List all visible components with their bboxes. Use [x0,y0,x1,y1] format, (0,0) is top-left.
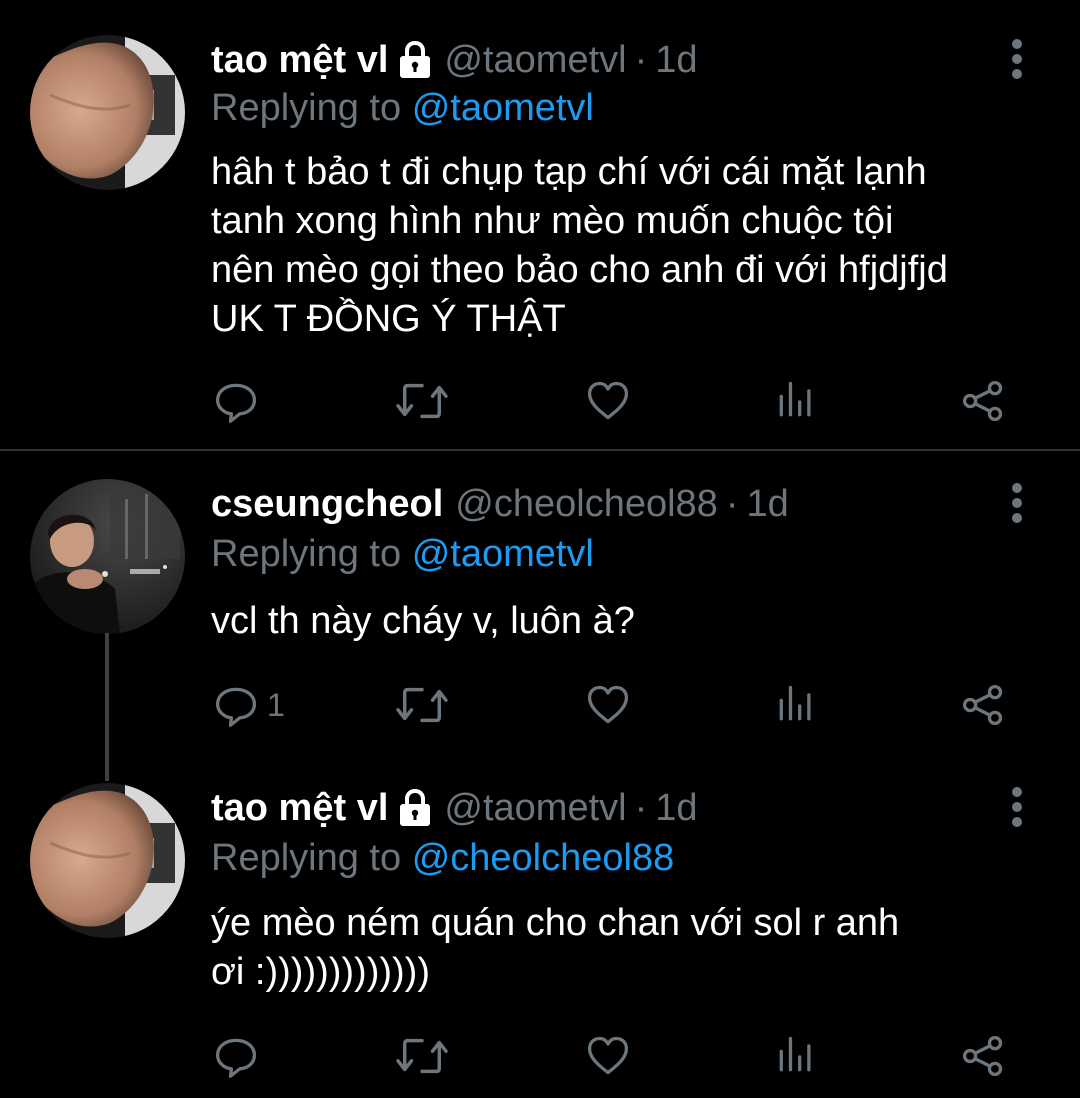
retweet-icon [396,1032,448,1080]
tweet[interactable]: tao mệt vl @taometvl · 1d Replying to @t… [0,35,1080,435]
share-button[interactable] [960,680,1006,730]
replying-to-handle[interactable]: @taometvl [412,533,594,575]
display-name[interactable]: cseungcheol [211,479,443,529]
retweet-icon [396,681,448,729]
action-bar [0,1031,1080,1081]
retweet-button[interactable] [396,680,448,730]
replying-to: Replying to @taometvl [211,83,594,133]
avatar[interactable] [30,783,185,938]
reply-button[interactable]: 1 [213,680,285,730]
dot-separator: · [634,787,648,829]
timestamp[interactable]: 1d [655,783,697,833]
timestamp[interactable]: 1d [655,35,697,85]
user-handle[interactable]: @cheolcheol88 [455,479,718,529]
timestamp[interactable]: 1d [746,479,788,529]
share-icon [960,1033,1006,1079]
lock-icon [398,40,432,80]
analytics-icon [777,682,815,728]
more-options-icon[interactable] [1004,37,1030,81]
replying-to: Replying to @taometvl [211,529,594,579]
lock-icon [398,788,432,828]
display-name[interactable]: tao mệt vl [211,783,388,833]
tweet-text-line: ơi :))))))))))))) [211,951,430,993]
tweet-text-line: vcl th này cháy v, luôn à? [211,600,635,642]
share-icon [960,378,1006,424]
analytics-icon [777,378,815,424]
user-handle[interactable]: @taometvl [444,35,626,85]
tweet-text: vcl th này cháy v, luôn à? [211,597,1051,646]
share-button[interactable] [960,1031,1006,1081]
like-icon [585,1033,631,1079]
share-icon [960,682,1006,728]
retweet-button[interactable] [396,376,448,426]
display-name[interactable]: tao mệt vl [211,35,388,85]
tweet[interactable]: tao mệt vl @taometvl · 1d Replying to @c… [0,783,1080,1083]
reply-icon [213,378,259,424]
replying-to-handle[interactable]: @taometvl [412,87,594,129]
tweet-header: tao mệt vl @taometvl · 1d [211,783,698,833]
analytics-button[interactable] [777,1031,815,1081]
more-options-icon[interactable] [1004,785,1030,829]
tweet-text-line: nên mèo gọi theo bảo cho anh đi với hfjd… [211,249,948,291]
more-options-icon[interactable] [1004,481,1030,525]
dot-separator: · [634,39,648,81]
avatar[interactable] [30,479,185,634]
divider [0,449,1080,451]
tweet-header: cseungcheol @cheolcheol88 · 1d [211,479,789,529]
analytics-button[interactable] [777,680,815,730]
replying-label: Replying to [211,837,402,879]
retweet-button[interactable] [396,1031,448,1081]
retweet-icon [396,377,448,425]
like-button[interactable] [585,680,631,730]
share-button[interactable] [960,376,1006,426]
analytics-icon [777,1033,815,1079]
tweet-text: hâh t bảo t đi chụp tạp chí với cái mặt … [211,148,1051,344]
like-button[interactable] [585,376,631,426]
like-icon [585,378,631,424]
action-bar: 1 [0,680,1080,730]
tweet-header: tao mệt vl @taometvl · 1d [211,35,698,85]
reply-icon [213,1033,259,1079]
avatar[interactable] [30,35,185,190]
tweet-text-line: tanh xong hình như mèo muốn chuộc tội [211,200,894,242]
tweet-text-line: hâh t bảo t đi chụp tạp chí với cái mặt … [211,151,927,193]
like-icon [585,682,631,728]
replying-label: Replying to [211,87,402,129]
tweet-text-line: UK T ĐỒNG Ý THẬT [211,298,566,340]
reply-button[interactable] [213,376,267,426]
action-bar [0,376,1080,426]
replying-label: Replying to [211,533,402,575]
reply-icon [213,682,259,728]
thread-connector [105,633,109,781]
tweet-text: ýe mèo ném quán cho chan với sol r anh ơ… [211,899,1051,997]
reply-count: 1 [267,686,285,723]
reply-button[interactable] [213,1031,267,1081]
dot-separator: · [725,483,739,525]
tweet[interactable]: cseungcheol @cheolcheol88 · 1d Replying … [0,479,1080,749]
like-button[interactable] [585,1031,631,1081]
analytics-button[interactable] [777,376,815,426]
tweet-text-line: ýe mèo ném quán cho chan với sol r anh [211,902,900,944]
user-handle[interactable]: @taometvl [444,783,626,833]
replying-to-handle[interactable]: @cheolcheol88 [412,837,675,879]
replying-to: Replying to @cheolcheol88 [211,833,674,883]
